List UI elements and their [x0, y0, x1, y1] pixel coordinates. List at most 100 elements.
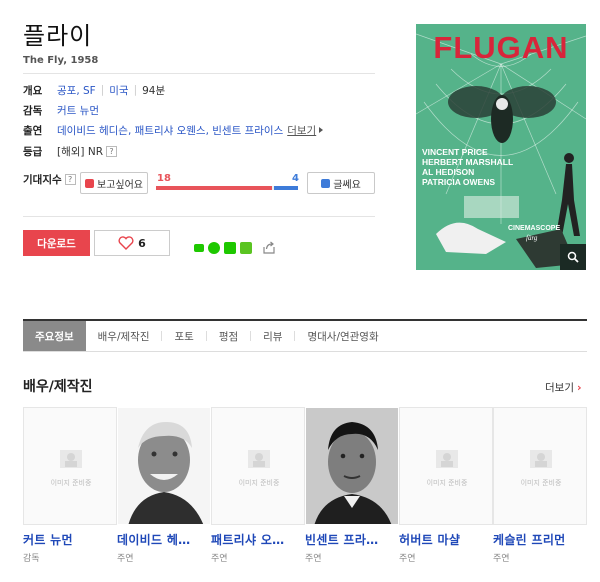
- cast-card[interactable]: 이미지 준비중 커트 뉴먼 감독: [23, 407, 117, 564]
- person-name[interactable]: 케슬린 프리먼: [493, 531, 585, 548]
- section-more-label: 더보기: [545, 382, 574, 394]
- poster-image: FLUGAN VINCENT PRICE HERBERT MARSHALL AL…: [416, 24, 586, 270]
- person-photo[interactable]: 이미지 준비중: [23, 407, 117, 525]
- note-share-icon[interactable]: [240, 242, 252, 254]
- poster-credit-3: AL HEDISON: [422, 167, 474, 177]
- person-name[interactable]: 허버트 마샬: [399, 531, 491, 548]
- person-name[interactable]: 데이비드 헤…: [117, 531, 209, 548]
- no-image-text: 이미지 준비중: [50, 478, 92, 487]
- director-label: 감독: [23, 104, 43, 117]
- runtime-text: 94분: [142, 84, 166, 97]
- dont-count: 4: [292, 173, 299, 184]
- cast-card[interactable]: 이미지 준비중 패트리샤 오… 주연: [211, 407, 305, 564]
- person-role: 주연: [399, 554, 416, 564]
- cast-more-link[interactable]: 더보기: [287, 123, 316, 138]
- cast-card[interactable]: 이미지 준비중 케슬린 프리먼 주연: [493, 407, 587, 564]
- person-photo[interactable]: [117, 407, 211, 525]
- heart-icon: [118, 236, 134, 250]
- download-button[interactable]: 다운로드: [23, 230, 90, 256]
- cast-card[interactable]: 데이비드 헤… 주연: [117, 407, 211, 564]
- tab-rating[interactable]: 평점: [207, 321, 250, 351]
- chevron-right-icon: ›: [576, 381, 582, 394]
- want-to-see-button[interactable]: 보고싶어요: [80, 172, 148, 194]
- poster-credit-2: HERBERT MARSHALL: [422, 157, 513, 167]
- rating-help-icon[interactable]: ?: [106, 145, 118, 157]
- band-share-icon[interactable]: [194, 244, 204, 252]
- not-sure-button[interactable]: 글쎄요: [307, 172, 375, 194]
- caret-right-icon: [319, 127, 324, 133]
- person-photo[interactable]: 이미지 준비중: [211, 407, 305, 525]
- person-name[interactable]: 빈센트 프라…: [305, 531, 397, 548]
- info-row-cast: 출연 데이비드 헤디슨, 패트리샤 오웬스, 빈센트 프라이스 더보기: [23, 122, 324, 138]
- thumbs-down-icon: [321, 178, 331, 188]
- original-title: The Fly, 1958: [23, 55, 99, 66]
- magnifier-icon: [567, 251, 579, 263]
- cast-card[interactable]: 이미지 준비중 허버트 마샬 주연: [399, 407, 493, 564]
- like-count: 6: [138, 236, 146, 250]
- expectation-bar: [156, 186, 298, 190]
- like-button[interactable]: 6: [94, 230, 170, 256]
- no-image-text: 이미지 준비중: [238, 478, 280, 487]
- want-count: 18: [157, 173, 171, 184]
- divider: [23, 216, 375, 217]
- poster-title: FLUGAN: [433, 30, 568, 65]
- movie-poster[interactable]: FLUGAN VINCENT PRICE HERBERT MARSHALL AL…: [416, 24, 586, 270]
- person-photo[interactable]: [305, 407, 399, 525]
- placeholder-image-icon: 이미지 준비중: [400, 408, 492, 524]
- genre-link[interactable]: 공포, SF: [57, 83, 96, 98]
- placeholder-image-icon: 이미지 준비중: [494, 408, 586, 524]
- info-row-rating: 등급 [해외] NR ?: [23, 143, 118, 159]
- poster-credit-4: PATRICIA OWENS: [422, 177, 495, 187]
- person-name[interactable]: 커트 뉴먼: [23, 531, 115, 548]
- expectation-index: 기대지수 ?: [23, 172, 76, 187]
- want-bar: [156, 186, 272, 190]
- portrait-image: [306, 408, 398, 524]
- director-link[interactable]: 커트 뉴먼: [57, 103, 99, 118]
- share-icon[interactable]: [262, 241, 276, 255]
- overview-label: 개요: [23, 84, 43, 97]
- expectation-help-icon[interactable]: ?: [64, 174, 76, 185]
- person-role: 주연: [117, 554, 134, 564]
- bookmark-share-icon[interactable]: [224, 242, 236, 254]
- tab-quotes-related[interactable]: 명대사/연관영화: [295, 321, 390, 351]
- section-more-link[interactable]: 더보기 ›: [545, 380, 582, 395]
- poster-credit-1: VINCENT PRICE: [422, 147, 488, 157]
- zoom-button[interactable]: [560, 244, 586, 270]
- person-photo[interactable]: 이미지 준비중: [399, 407, 493, 525]
- person-role: 감독: [23, 554, 40, 564]
- want-label: 보고싶어요: [97, 179, 143, 191]
- dont-bar: [274, 186, 298, 190]
- person-role: 주연: [211, 554, 228, 564]
- person-name[interactable]: 패트리샤 오…: [211, 531, 303, 548]
- dont-label: 글쎄요: [333, 179, 361, 191]
- cast-links[interactable]: 데이비드 헤디슨, 패트리샤 오웬스, 빈센트 프라이스: [57, 123, 283, 138]
- no-image-text: 이미지 준비중: [426, 478, 468, 487]
- tab-photo[interactable]: 포토: [162, 321, 205, 351]
- person-role: 주연: [305, 554, 322, 564]
- person-role: 주연: [493, 554, 510, 564]
- portrait-image: [118, 408, 210, 524]
- placeholder-image-icon: 이미지 준비중: [24, 408, 116, 524]
- expectation-label: 기대지수: [23, 174, 62, 186]
- placeholder-image-icon: 이미지 준비중: [212, 408, 304, 524]
- tab-main-info[interactable]: 주요정보: [23, 321, 86, 351]
- thumbs-up-icon: [85, 178, 94, 188]
- poster-format: CINEMASCOPE: [508, 225, 560, 232]
- tab-review[interactable]: 리뷰: [251, 321, 294, 351]
- cast-label: 출연: [23, 124, 43, 137]
- poster-format-sub: färg: [526, 234, 538, 242]
- movie-title: 플라이: [23, 22, 93, 50]
- divider: [23, 73, 375, 74]
- line-share-icon[interactable]: [208, 242, 220, 254]
- no-image-text: 이미지 준비중: [520, 478, 562, 487]
- tab-cast-crew[interactable]: 배우/제작진: [86, 321, 162, 351]
- section-title: 배우/제작진: [23, 379, 93, 395]
- cast-card[interactable]: 빈센트 프라… 주연: [305, 407, 399, 564]
- rating-label: 등급: [23, 145, 43, 158]
- country-link[interactable]: 미국: [109, 83, 128, 98]
- info-row-overview: 개요 공포, SF | 미국 | 94분: [23, 83, 166, 98]
- info-row-director: 감독 커트 뉴먼: [23, 102, 99, 118]
- tab-bar: 주요정보 배우/제작진 포토 평점 리뷰 명대사/연관영화: [23, 319, 587, 352]
- share-icons: [194, 241, 276, 255]
- person-photo[interactable]: 이미지 준비중: [493, 407, 587, 525]
